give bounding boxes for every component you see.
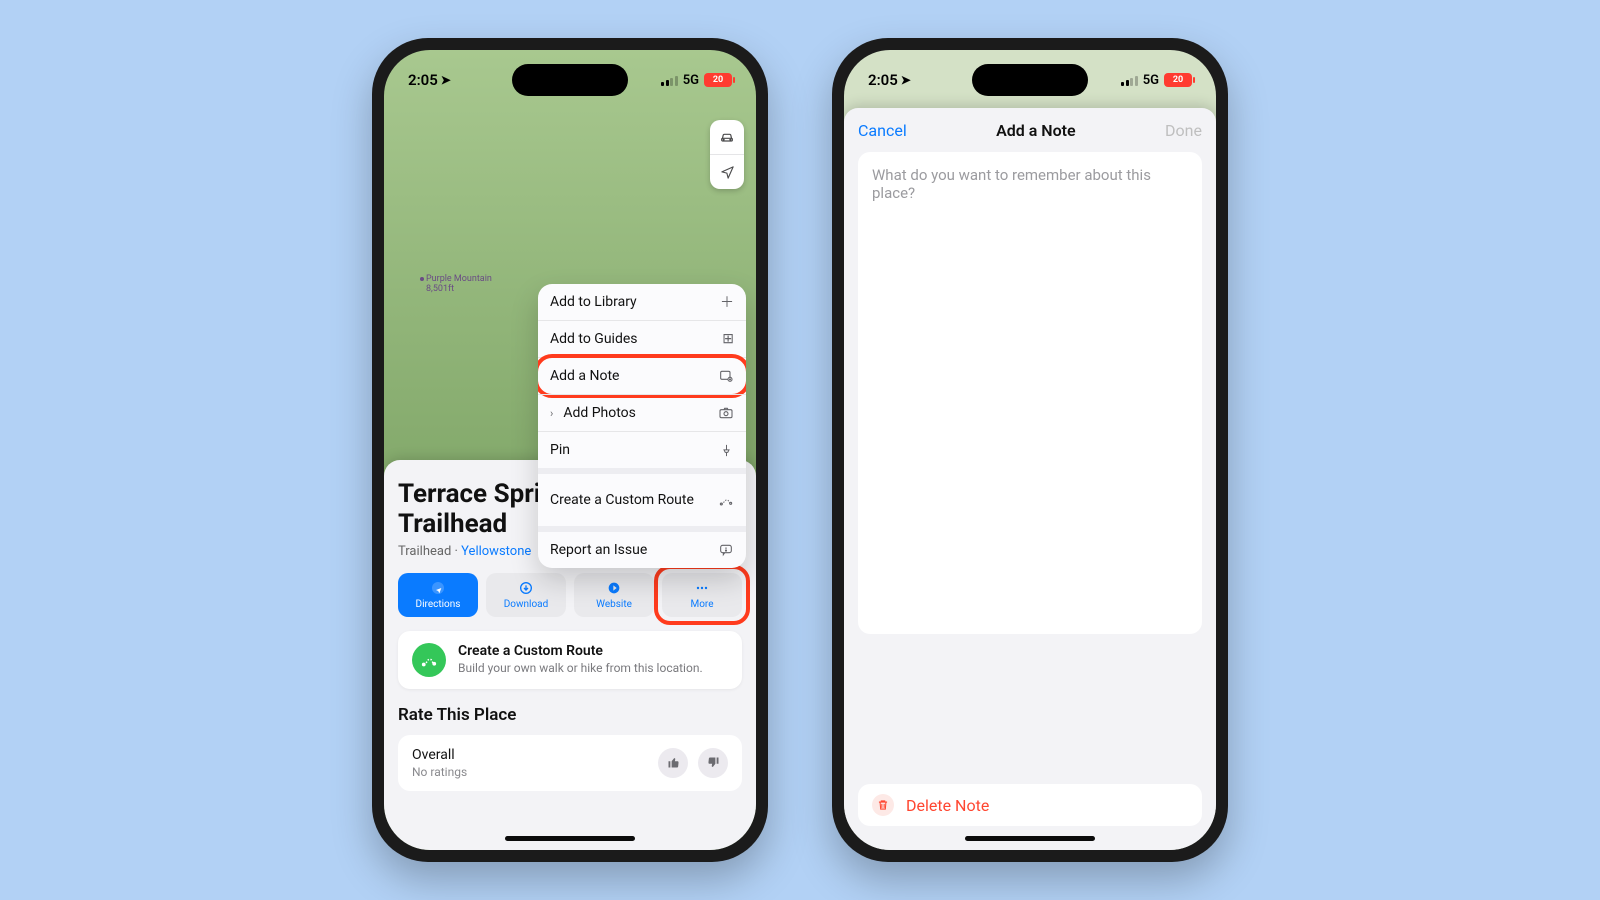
menu-add-photos[interactable]: ›Add Photos bbox=[538, 394, 746, 431]
pin-icon bbox=[719, 443, 734, 458]
status-time: 2:05 bbox=[868, 71, 898, 89]
place-region-link[interactable]: Yellowstone bbox=[461, 544, 531, 559]
location-arrow-icon: ➤ bbox=[901, 73, 911, 87]
phone-right: 2:05 ➤ 5G 20 Cancel Add a Note Done What… bbox=[832, 38, 1228, 862]
plus-icon: ＋ bbox=[720, 292, 734, 312]
map-poi-label: Purple Mountain 8,501ft bbox=[420, 275, 492, 295]
status-time: 2:05 bbox=[408, 71, 438, 89]
camera-icon bbox=[718, 405, 734, 421]
report-icon bbox=[718, 542, 734, 558]
network-label: 5G bbox=[683, 73, 699, 88]
locate-me-button[interactable] bbox=[710, 154, 744, 189]
done-button[interactable]: Done bbox=[1165, 121, 1202, 140]
rate-overall-label: Overall bbox=[412, 747, 467, 763]
map-controls bbox=[710, 120, 744, 189]
add-square-icon: ⊞ bbox=[722, 331, 734, 347]
dynamic-island bbox=[512, 64, 628, 96]
menu-custom-route[interactable]: Create a Custom Route bbox=[538, 468, 746, 526]
delete-note-button[interactable]: Delete Note bbox=[858, 784, 1202, 826]
custom-route-title: Create a Custom Route bbox=[458, 643, 703, 659]
chevron-right-icon: › bbox=[550, 407, 553, 420]
cellular-icon bbox=[661, 74, 678, 86]
cancel-button[interactable]: Cancel bbox=[858, 121, 907, 140]
trash-icon bbox=[872, 794, 894, 816]
home-indicator bbox=[505, 836, 635, 841]
rate-heading: Rate This Place bbox=[398, 705, 742, 725]
more-button[interactable]: More bbox=[662, 573, 742, 617]
thumbs-up-button[interactable] bbox=[658, 748, 688, 778]
custom-route-body: Build your own walk or hike from this lo… bbox=[458, 661, 703, 677]
menu-add-note[interactable]: Add a Note bbox=[538, 357, 746, 394]
drive-mode-button[interactable] bbox=[710, 120, 744, 154]
more-menu: Add to Library ＋ Add to Guides ⊞ Add a N… bbox=[538, 284, 746, 568]
home-indicator bbox=[965, 836, 1095, 841]
custom-route-card[interactable]: Create a Custom Route Build your own wal… bbox=[398, 631, 742, 689]
download-button[interactable]: Download bbox=[486, 573, 566, 617]
note-placeholder: What do you want to remember about this … bbox=[872, 166, 1151, 202]
menu-add-library[interactable]: Add to Library ＋ bbox=[538, 284, 746, 320]
rate-overall-none: No ratings bbox=[412, 765, 467, 779]
phone-left: 2:05 ➤ 5G 20 Purple Mountain bbox=[372, 38, 768, 862]
directions-button[interactable]: Directions bbox=[398, 573, 478, 617]
battery-icon: 20 bbox=[704, 73, 732, 87]
location-arrow-icon: ➤ bbox=[441, 73, 451, 87]
website-button[interactable]: Website bbox=[574, 573, 654, 617]
menu-pin[interactable]: Pin bbox=[538, 431, 746, 468]
note-title: Add a Note bbox=[996, 121, 1076, 140]
network-label: 5G bbox=[1143, 73, 1159, 88]
add-note-panel: Cancel Add a Note Done What do you want … bbox=[844, 108, 1216, 850]
menu-add-guides[interactable]: Add to Guides ⊞ bbox=[538, 320, 746, 357]
note-icon bbox=[718, 368, 734, 384]
dynamic-island bbox=[972, 64, 1088, 96]
menu-report-issue[interactable]: Report an Issue bbox=[538, 526, 746, 568]
cellular-icon bbox=[1121, 74, 1138, 86]
rate-card: Overall No ratings bbox=[398, 735, 742, 791]
route-icon bbox=[718, 492, 734, 508]
route-chip-icon bbox=[412, 643, 446, 677]
note-textarea[interactable]: What do you want to remember about this … bbox=[858, 152, 1202, 634]
thumbs-down-button[interactable] bbox=[698, 748, 728, 778]
battery-icon: 20 bbox=[1164, 73, 1192, 87]
